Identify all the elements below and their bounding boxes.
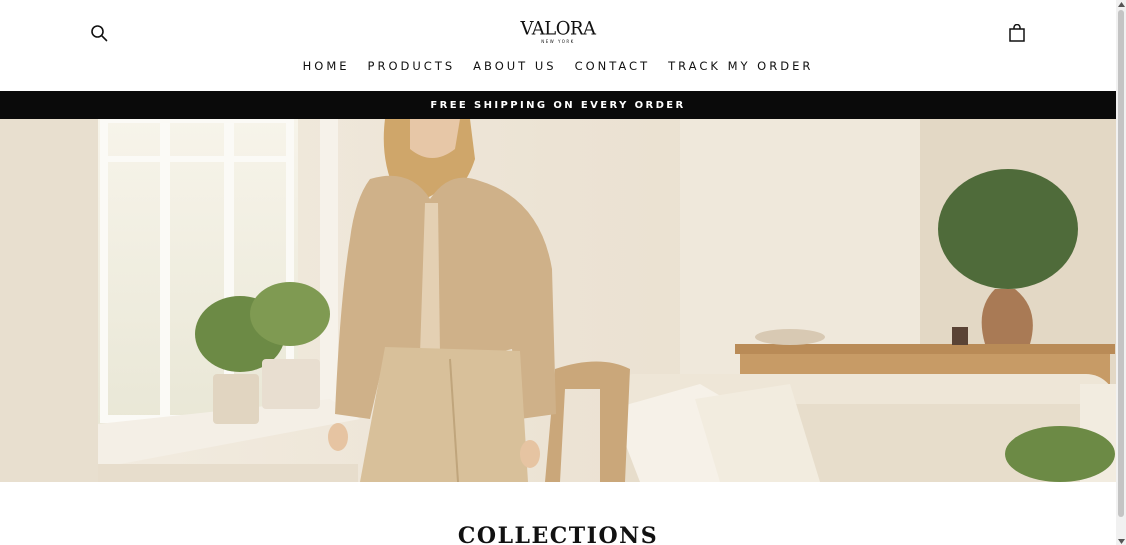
- page: VALORA NEW YORK HOME PRODUCTS ABOUT US C…: [0, 0, 1116, 545]
- hero-banner-image[interactable]: [0, 119, 1116, 482]
- collections-heading: COLLECTIONS: [457, 523, 659, 545]
- logo-wordmark: VALORA: [520, 17, 596, 40]
- shopping-bag-icon[interactable]: [1006, 22, 1028, 44]
- nav-track-my-order[interactable]: TRACK MY ORDER: [668, 56, 813, 76]
- search-icon[interactable]: [88, 22, 110, 44]
- main-nav: HOME PRODUCTS ABOUT US CONTACT TRACK MY …: [0, 56, 1116, 76]
- brand-logo[interactable]: VALORA NEW YORK: [503, 17, 613, 50]
- scroll-down-arrow-icon[interactable]: [1117, 537, 1125, 545]
- nav-products[interactable]: PRODUCTS: [368, 56, 456, 76]
- announcement-bar: FREE SHIPPING ON EVERY ORDER: [0, 91, 1116, 119]
- nav-home[interactable]: HOME: [303, 56, 350, 76]
- announcement-text: FREE SHIPPING ON EVERY ORDER: [430, 99, 686, 111]
- scroll-up-arrow-icon[interactable]: [1117, 0, 1125, 8]
- nav-about-us[interactable]: ABOUT US: [473, 56, 556, 76]
- nav-contact[interactable]: CONTACT: [575, 56, 651, 76]
- vertical-scrollbar[interactable]: [1116, 0, 1126, 545]
- site-header: VALORA NEW YORK HOME PRODUCTS ABOUT US C…: [0, 0, 1116, 91]
- scroll-thumb[interactable]: [1118, 10, 1124, 517]
